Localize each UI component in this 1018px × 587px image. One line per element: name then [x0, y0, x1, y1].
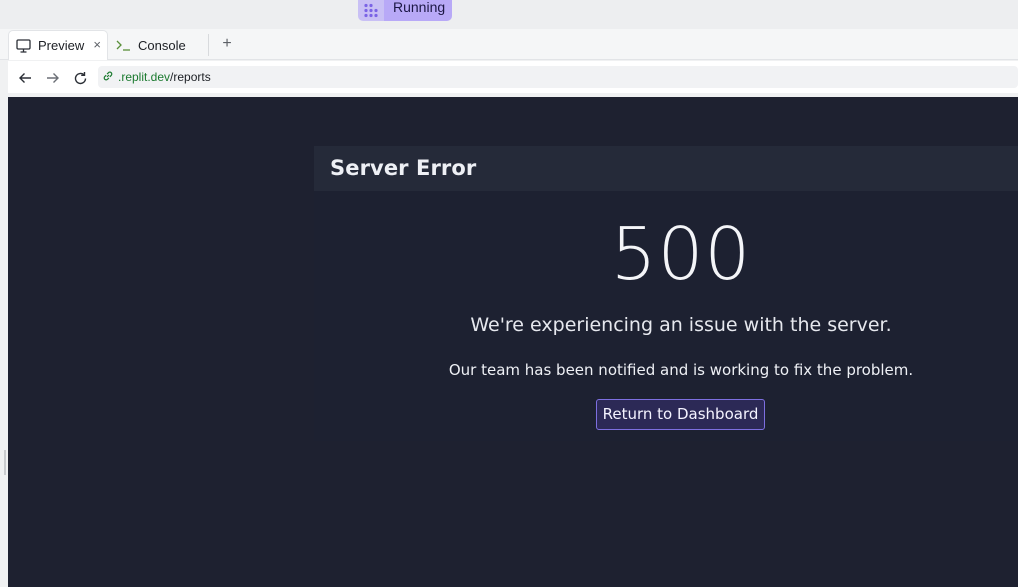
url-host: .replit.dev — [118, 70, 171, 84]
error-detail: Our team has been notified and is workin… — [448, 361, 914, 379]
tab-console[interactable]: Console — [109, 34, 209, 56]
add-tab-icon[interactable]: + — [219, 34, 235, 54]
run-grid-icon[interactable] — [358, 0, 384, 21]
tab-preview[interactable]: Preview × — [8, 30, 108, 60]
reload-icon[interactable] — [71, 69, 89, 87]
panel-resize-handle[interactable] — [4, 450, 6, 475]
error-code: 500 — [610, 212, 752, 296]
arrow-left-icon[interactable] — [16, 69, 34, 87]
return-to-dashboard-button[interactable]: Return to Dashboard — [596, 399, 765, 430]
url-path: /reports — [170, 70, 211, 84]
link-icon — [102, 70, 114, 85]
terminal-icon — [116, 39, 131, 51]
running-button[interactable]: Running — [384, 0, 452, 21]
arrow-right-icon[interactable] — [44, 69, 62, 87]
tab-console-label: Console — [138, 37, 186, 53]
tab-bar: Preview × Console + — [0, 29, 1018, 60]
address-bar: .replit.dev/reports — [8, 61, 1018, 93]
tab-preview-label: Preview — [38, 38, 85, 53]
close-icon[interactable]: × — [93, 38, 101, 51]
preview-viewport: Server Error 500 We're experiencing an i… — [8, 97, 1018, 587]
error-message: We're experiencing an issue with the ser… — [470, 314, 892, 336]
monitor-icon — [16, 38, 31, 53]
workspace-topbar: Running — [0, 0, 1018, 29]
url-input[interactable]: .replit.dev/reports — [98, 66, 1018, 88]
